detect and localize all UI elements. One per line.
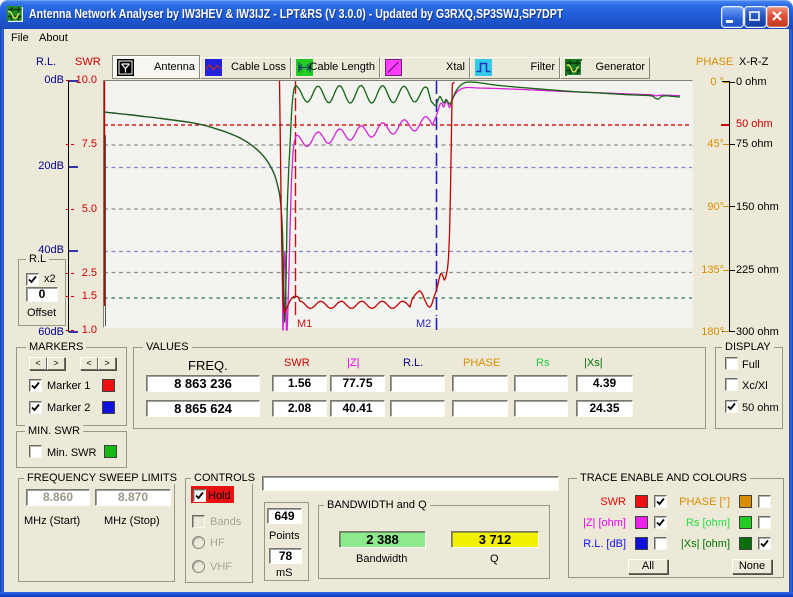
svg-text:M2: M2: [416, 318, 431, 330]
svg-text:M1: M1: [297, 318, 312, 330]
